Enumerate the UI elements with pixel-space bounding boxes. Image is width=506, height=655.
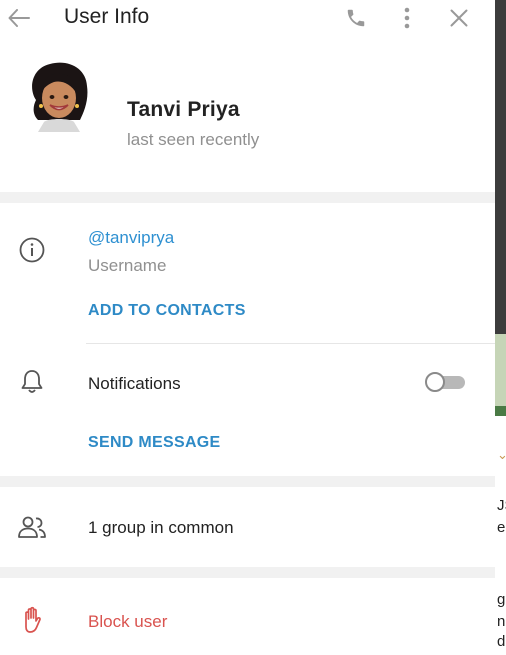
chat-green-bar	[495, 406, 506, 416]
avatar[interactable]	[24, 60, 94, 132]
stop-hand-icon	[25, 606, 41, 633]
hand-icon-wrapper	[20, 605, 46, 635]
add-to-contacts-button[interactable]: ADD TO CONTACTS	[88, 302, 246, 320]
toggle-knob	[425, 372, 445, 392]
background-chat-strip: ⌄ JS e gi n d.	[495, 0, 506, 655]
profile-name: Tanvi Priya	[127, 98, 240, 121]
close-icon	[450, 9, 467, 26]
username-label: Username	[88, 256, 167, 275]
panel-header: User Info	[0, 0, 495, 36]
back-button[interactable]	[6, 6, 32, 30]
groups-in-common-row[interactable]	[0, 487, 495, 567]
user-info-panel: User Info Tanvi Priya last seen recently…	[0, 0, 495, 655]
chat-fragment-text: n	[497, 613, 506, 630]
section-divider	[86, 343, 495, 344]
send-message-button[interactable]: SEND MESSAGE	[88, 434, 221, 452]
info-icon	[19, 237, 45, 263]
arrow-left-icon	[8, 9, 30, 27]
bell-icon	[21, 370, 43, 393]
memoji-avatar-icon	[32, 62, 88, 132]
info-section	[0, 203, 495, 476]
chat-fragment-text: d.	[497, 633, 506, 650]
profile-last-seen: last seen recently	[127, 130, 260, 149]
notifications-label: Notifications	[88, 374, 181, 393]
info-icon-wrapper	[18, 236, 46, 264]
group-icon-wrapper	[17, 514, 47, 540]
chat-dark-area	[495, 0, 506, 334]
bell-icon-wrapper	[19, 368, 45, 396]
group-icon	[18, 516, 46, 538]
chat-fragment-text: JS	[497, 497, 506, 514]
block-user-label: Block user	[88, 612, 168, 631]
block-user-row[interactable]	[0, 578, 495, 655]
close-button[interactable]	[446, 5, 471, 30]
more-menu-button[interactable]	[398, 5, 416, 30]
chat-fragment-mark: ⌄	[497, 447, 506, 462]
more-vertical-icon	[404, 7, 410, 28]
notifications-toggle[interactable]	[425, 372, 465, 392]
username-link[interactable]: @tanviprya	[88, 228, 174, 248]
chat-light-area	[495, 334, 506, 406]
page-title: User Info	[64, 5, 150, 28]
call-button[interactable]	[343, 5, 368, 30]
chat-fragment-text: gi	[497, 591, 506, 608]
chat-fragment-text: e	[497, 519, 506, 536]
phone-icon	[347, 9, 364, 26]
groups-in-common-label: 1 group in common	[88, 518, 234, 537]
